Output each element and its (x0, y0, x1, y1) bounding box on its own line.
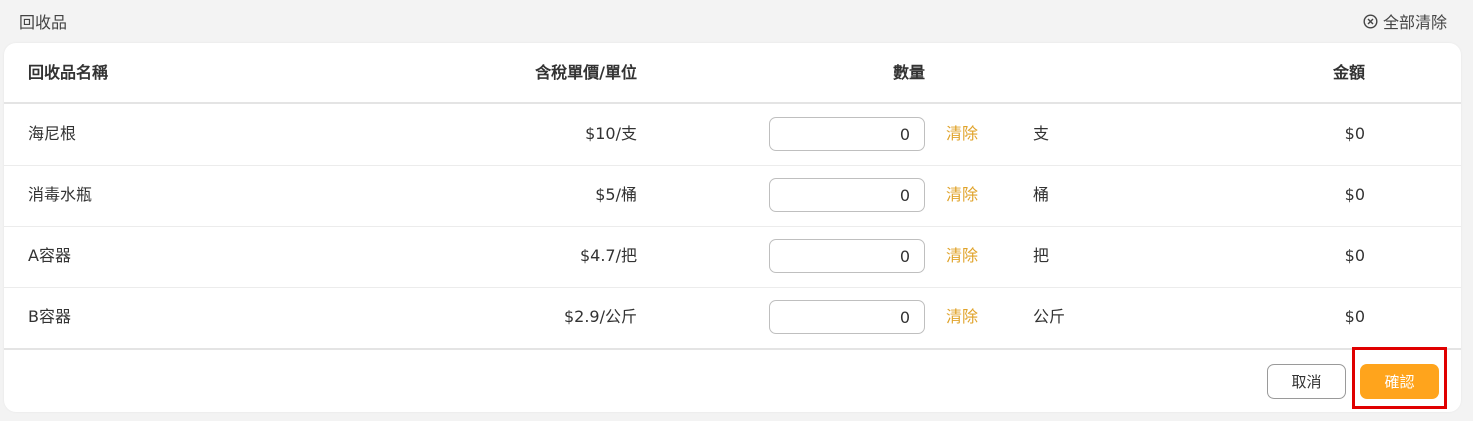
item-name: B容器 (28, 307, 71, 326)
quantity-input[interactable] (769, 300, 925, 334)
item-name: 消毒水瓶 (28, 185, 93, 204)
table-row: B容器 $2.9/公斤 清除 公斤 $0 (4, 287, 1461, 348)
clear-row-button[interactable]: 清除 (946, 307, 978, 327)
item-price: $10/支 (585, 124, 637, 143)
item-unit: 桶 (1033, 185, 1050, 204)
recycle-items-card: 回收品名稱 含稅單價/單位 數量 金額 海尼根 $10/支 清除 支 $0 消毒… (4, 43, 1461, 412)
item-name: A容器 (28, 246, 71, 265)
clear-all-label: 全部清除 (1382, 13, 1447, 32)
column-header-amount: 金額 (1332, 63, 1365, 82)
page-title: 回收品 (19, 13, 68, 32)
item-amount: $0 (1344, 185, 1365, 204)
item-unit: 支 (1033, 124, 1050, 143)
table-row: A容器 $4.7/把 清除 把 $0 (4, 226, 1461, 288)
item-name: 海尼根 (28, 124, 77, 143)
table-row: 海尼根 $10/支 清除 支 $0 (4, 104, 1461, 166)
item-price: $2.9/公斤 (563, 307, 637, 326)
column-header-name: 回收品名稱 (28, 63, 109, 82)
item-unit: 把 (1033, 246, 1050, 265)
clear-row-button[interactable]: 清除 (946, 246, 978, 266)
item-amount: $0 (1344, 307, 1365, 326)
item-unit: 公斤 (1033, 307, 1066, 326)
item-amount: $0 (1344, 124, 1365, 143)
cancel-button[interactable]: 取消 (1267, 364, 1346, 399)
item-amount: $0 (1344, 246, 1365, 265)
clear-row-button[interactable]: 清除 (946, 124, 978, 144)
item-price: $4.7/把 (579, 246, 637, 265)
item-price: $5/桶 (595, 185, 637, 204)
quantity-input[interactable] (769, 117, 925, 151)
table-header: 回收品名稱 含稅單價/單位 數量 金額 (4, 43, 1461, 104)
column-header-price: 含稅單價/單位 (535, 63, 637, 82)
footer-divider (4, 348, 1461, 350)
close-circle-icon (1363, 13, 1378, 29)
quantity-input[interactable] (769, 178, 925, 212)
clear-all-button[interactable]: 全部清除 (1363, 9, 1447, 33)
column-header-quantity: 數量 (893, 63, 926, 82)
table-row: 消毒水瓶 $5/桶 清除 桶 $0 (4, 165, 1461, 227)
confirm-button[interactable]: 確認 (1360, 364, 1439, 399)
quantity-input[interactable] (769, 239, 925, 273)
clear-row-button[interactable]: 清除 (946, 185, 978, 205)
